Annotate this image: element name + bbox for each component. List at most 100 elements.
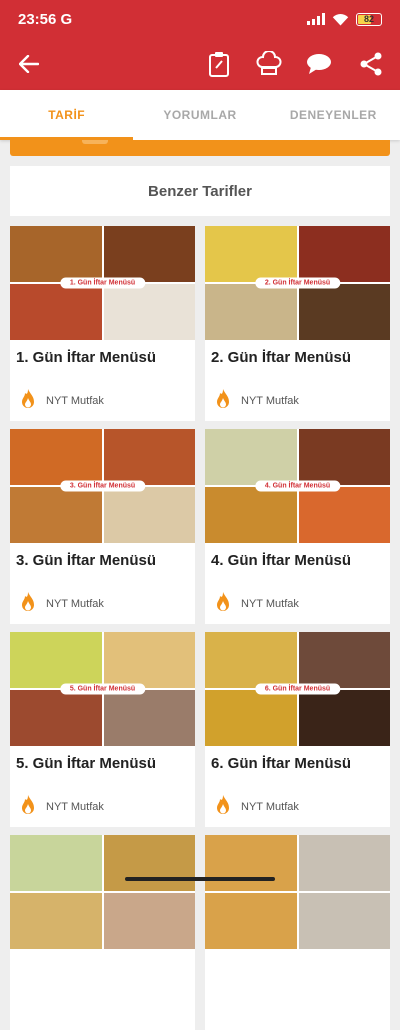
author-name: NYT Mutfak (241, 395, 299, 407)
recipe-photo-2 (104, 429, 196, 485)
recipe-photo-3 (10, 284, 102, 340)
recipe-photo-4 (299, 690, 391, 746)
recipe-image: 3. Gün İftar Menüsü (10, 429, 195, 543)
recipe-photo-2 (299, 632, 391, 688)
tab-label: DENEYENLER (290, 108, 377, 122)
recipe-photo-4 (104, 487, 196, 543)
recipe-badge: 2. Gün İftar Menüsü (255, 278, 340, 289)
recipe-image: 1. Gün İftar Menüsü (10, 226, 195, 340)
chef-hat-icon (256, 51, 282, 77)
chef-button[interactable] (253, 48, 285, 80)
shopping-list-button[interactable] (203, 48, 235, 80)
recipe-author: NYT Mutfak (10, 378, 195, 413)
recipe-author: NYT Mutfak (10, 581, 195, 616)
author-name: NYT Mutfak (46, 598, 104, 610)
recipe-photo-2 (299, 835, 391, 891)
share-icon (359, 52, 383, 76)
recipe-title: 1. Gün İftar Menüsü (10, 340, 195, 378)
recipe-photo-2 (299, 226, 391, 282)
battery-icon: 82 (356, 13, 382, 26)
recipe-photo-3 (205, 487, 297, 543)
recipe-badge: 3. Gün İftar Menüsü (60, 481, 145, 492)
recipe-photo-3 (205, 284, 297, 340)
recipe-photo-3 (10, 893, 102, 949)
recipe-photo-1 (205, 835, 297, 891)
recipe-title: 4. Gün İftar Menüsü (205, 543, 390, 581)
tab-recipe[interactable]: TARİF (0, 90, 133, 140)
flame-icon (215, 794, 231, 819)
recipe-author: NYT Mutfak (205, 581, 390, 616)
recipe-card[interactable]: 6. Gün İftar Menüsü 6. Gün İftar Menüsü NY… (205, 632, 390, 827)
recipe-photo-2 (299, 429, 391, 485)
author-name: NYT Mutfak (46, 801, 104, 813)
recipe-card[interactable]: 5. Gün İftar Menüsü 5. Gün İftar Menüsü NY… (10, 632, 195, 827)
speech-bubble-icon (306, 53, 332, 75)
recipe-badge: 1. Gün İftar Menüsü (60, 278, 145, 289)
recipe-author: NYT Mutfak (10, 784, 195, 819)
recipe-photo-1 (10, 835, 102, 891)
recipe-card[interactable] (10, 835, 195, 1030)
recipe-photo-1 (10, 429, 102, 485)
recipe-photo-4 (104, 690, 196, 746)
recipe-image (10, 835, 195, 949)
author-name: NYT Mutfak (241, 598, 299, 610)
recipe-card[interactable]: 1. Gün İftar Menüsü 1. Gün İftar Menüsü NY… (10, 226, 195, 421)
recipe-card[interactable]: 2. Gün İftar Menüsü 2. Gün İftar Menüsü NY… (205, 226, 390, 421)
recipe-photo-3 (10, 690, 102, 746)
recipe-author: NYT Mutfak (205, 784, 390, 819)
recipe-card[interactable]: 4. Gün İftar Menüsü 4. Gün İftar Menüsü NY… (205, 429, 390, 624)
clipboard-icon (208, 51, 230, 77)
signal-icon (307, 13, 325, 25)
recipe-photo-2 (104, 632, 196, 688)
gesture-nav-bar[interactable] (125, 877, 275, 881)
tab-tried[interactable]: DENEYENLER (267, 90, 400, 140)
action-strip[interactable] (10, 140, 390, 156)
recipe-photo-4 (299, 284, 391, 340)
flame-icon (20, 388, 36, 413)
recipe-author: NYT Mutfak (205, 378, 390, 413)
app-toolbar (0, 38, 400, 90)
recipe-card[interactable] (205, 835, 390, 1030)
similar-recipes-header: Benzer Tarifler (10, 166, 390, 216)
recipe-title: 3. Gün İftar Menüsü (10, 543, 195, 581)
recipe-photo-1 (10, 632, 102, 688)
recipe-badge: 6. Gün İftar Menüsü (255, 684, 340, 695)
recipe-badge: 4. Gün İftar Menüsü (255, 481, 340, 492)
recipe-photo-1 (205, 632, 297, 688)
recipe-image: 2. Gün İftar Menüsü (205, 226, 390, 340)
arrow-left-icon (19, 55, 39, 73)
recipe-title: 5. Gün İftar Menüsü (10, 746, 195, 784)
flame-icon (215, 388, 231, 413)
recipe-photo-1 (205, 226, 297, 282)
recipe-photo-3 (10, 487, 102, 543)
flame-icon (215, 591, 231, 616)
recipe-card[interactable]: 3. Gün İftar Menüsü 3. Gün İftar Menüsü NY… (10, 429, 195, 624)
tab-comments[interactable]: YORUMLAR (133, 90, 266, 140)
recipe-photo-1 (10, 226, 102, 282)
recipe-photo-4 (104, 893, 196, 949)
recipe-title: 6. Gün İftar Menüsü (205, 746, 390, 784)
recipe-photo-4 (104, 284, 196, 340)
recipe-photo-2 (104, 835, 196, 891)
recipe-image: 4. Gün İftar Menüsü (205, 429, 390, 543)
author-name: NYT Mutfak (46, 395, 104, 407)
flame-icon (20, 794, 36, 819)
recipe-badge: 5. Gün İftar Menüsü (60, 684, 145, 695)
similar-recipes-title: Benzer Tarifler (148, 183, 252, 200)
wifi-icon (332, 13, 349, 26)
recipe-photo-3 (205, 690, 297, 746)
recipe-title: 2. Gün İftar Menüsü (205, 340, 390, 378)
recipe-image (205, 835, 390, 949)
tab-label: TARİF (48, 108, 85, 122)
recipe-image: 6. Gün İftar Menüsü (205, 632, 390, 746)
recipe-photo-2 (104, 226, 196, 282)
share-button[interactable] (355, 48, 387, 80)
status-icons: 82 (307, 13, 382, 26)
recipe-image: 5. Gün İftar Menüsü (10, 632, 195, 746)
recipe-photo-1 (205, 429, 297, 485)
back-button[interactable] (14, 50, 44, 78)
author-name: NYT Mutfak (241, 801, 299, 813)
recipe-photo-3 (205, 893, 297, 949)
comment-button[interactable] (303, 48, 335, 80)
status-bar: 23:56 G 82 (0, 0, 400, 38)
